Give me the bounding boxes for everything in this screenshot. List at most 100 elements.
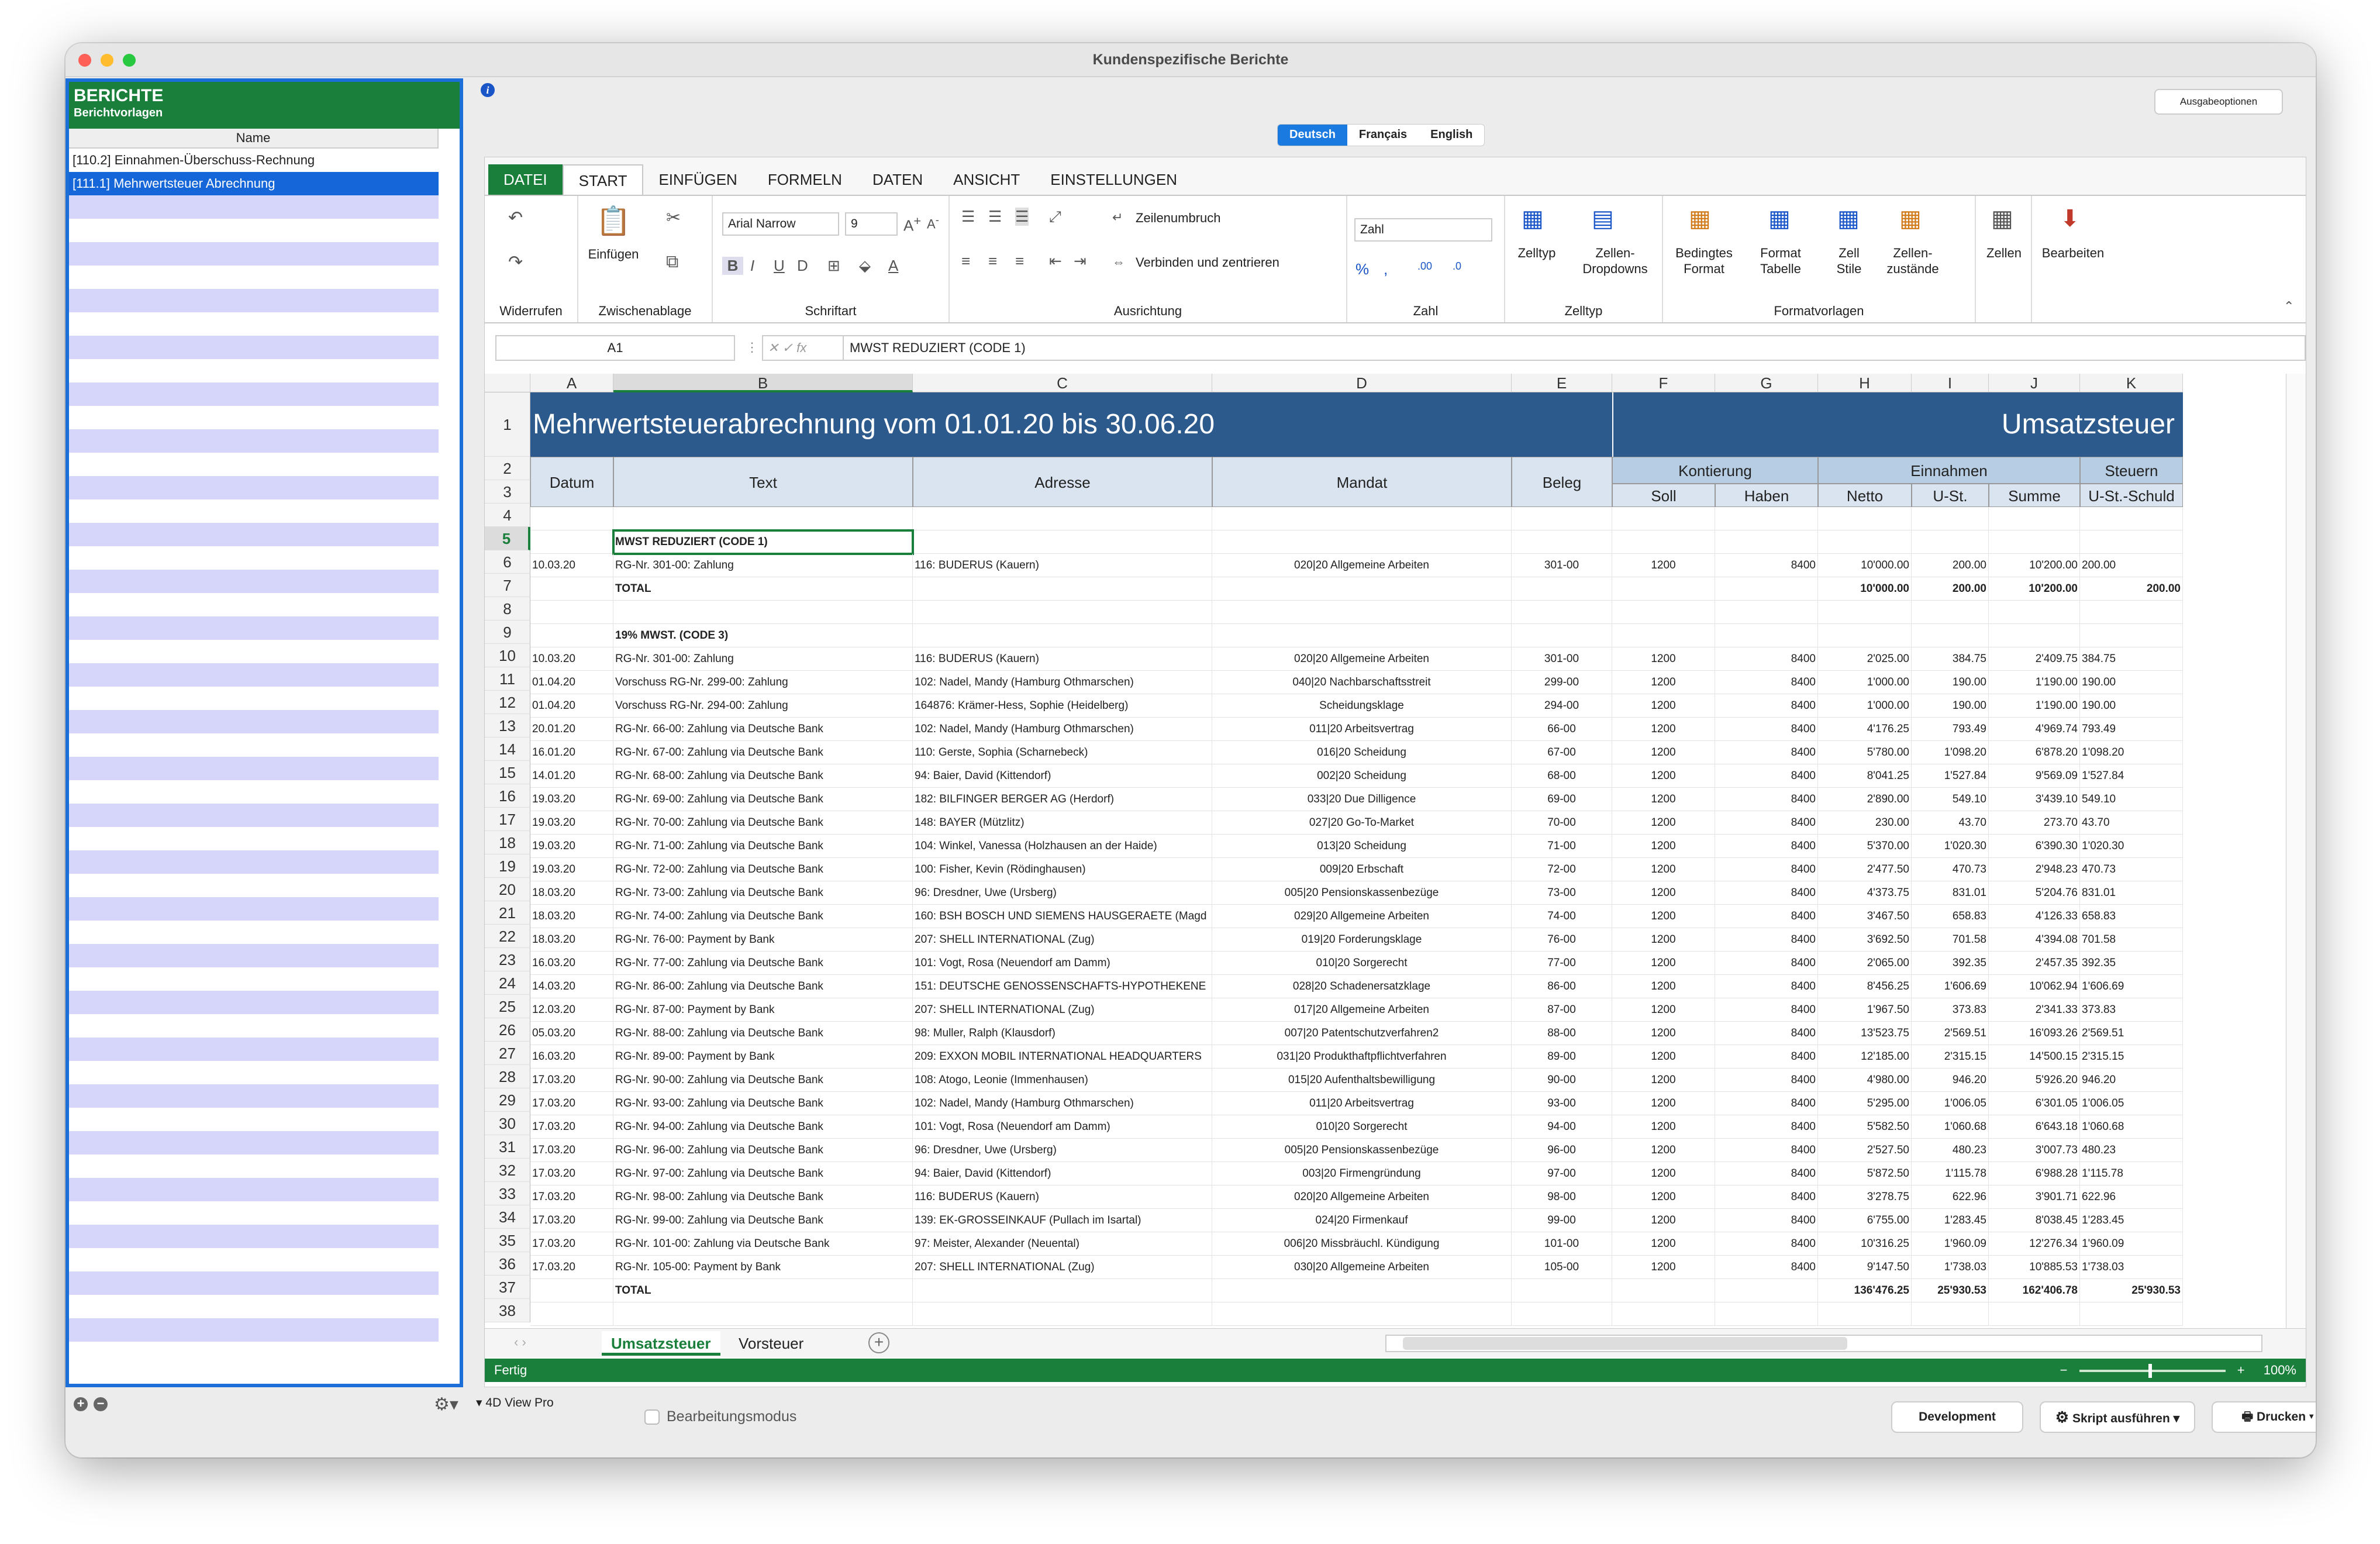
- data-cell[interactable]: RG-Nr. 96-00: Zahlung via Deutsche Bank: [613, 1139, 913, 1162]
- shrink-font-icon[interactable]: A-: [927, 213, 939, 232]
- data-cell[interactable]: 4'969.74: [1989, 718, 2080, 741]
- data-cell[interactable]: 10'062.94: [1989, 975, 2080, 998]
- data-cell[interactable]: 17.03.20: [530, 1092, 613, 1115]
- tab-ansicht[interactable]: ANSICHT: [938, 164, 1035, 195]
- data-cell[interactable]: 3'439.10: [1989, 788, 2080, 811]
- data-cell[interactable]: 299-00: [1512, 671, 1612, 694]
- data-cell[interactable]: 5'370.00: [1818, 835, 1912, 858]
- row-header[interactable]: 23: [485, 948, 530, 971]
- data-cell[interactable]: 207: SHELL INTERNATIONAL (Zug): [913, 928, 1212, 952]
- data-cell[interactable]: 18.03.20: [530, 905, 613, 928]
- cell[interactable]: [613, 507, 913, 530]
- data-cell[interactable]: 2'527.50: [1818, 1139, 1912, 1162]
- data-cell[interactable]: 010|20 Sorgerecht: [1212, 1115, 1512, 1139]
- data-cell[interactable]: 2'569.51: [1912, 1022, 1989, 1045]
- cell[interactable]: [1512, 1302, 1612, 1326]
- data-cell[interactable]: 10'885.53: [1989, 1256, 2080, 1279]
- data-cell[interactable]: RG-Nr. 101-00: Zahlung via Deutsche Bank: [613, 1232, 913, 1256]
- data-cell[interactable]: 1'738.03: [1912, 1256, 1989, 1279]
- data-cell[interactable]: 8400: [1715, 1232, 1818, 1256]
- data-cell[interactable]: 016|20 Scheidung: [1212, 741, 1512, 764]
- data-cell[interactable]: 373.83: [2080, 998, 2183, 1022]
- data-cell[interactable]: 200.00: [1912, 554, 1989, 577]
- data-cell[interactable]: 19.03.20: [530, 788, 613, 811]
- data-cell[interactable]: 5'872.50: [1818, 1162, 1912, 1185]
- data-cell[interactable]: RG-Nr. 88-00: Zahlung via Deutsche Bank: [613, 1022, 913, 1045]
- data-cell[interactable]: 230.00: [1818, 811, 1912, 835]
- data-cell[interactable]: 1'283.45: [1912, 1209, 1989, 1232]
- cell[interactable]: [1715, 577, 1818, 601]
- corner-cell[interactable]: [485, 374, 530, 392]
- data-cell[interactable]: 4'126.33: [1989, 905, 2080, 928]
- cell[interactable]: [913, 1279, 1212, 1302]
- data-cell[interactable]: 8400: [1715, 671, 1818, 694]
- data-cell[interactable]: 17.03.20: [530, 1256, 613, 1279]
- data-cell[interactable]: 793.49: [1912, 718, 1989, 741]
- tab-einfuegen[interactable]: EINFÜGEN: [643, 164, 752, 195]
- cell-styles-icon[interactable]: ▦: [1837, 205, 1860, 232]
- data-cell[interactable]: 2'457.35: [1989, 952, 2080, 975]
- cell[interactable]: [1612, 507, 1715, 530]
- data-cell[interactable]: 102: Nadel, Mandy (Hamburg Othmarschen): [913, 671, 1212, 694]
- cell[interactable]: [1212, 577, 1512, 601]
- data-cell[interactable]: 5'295.00: [1818, 1092, 1912, 1115]
- data-cell[interactable]: 1'098.20: [2080, 741, 2183, 764]
- data-cell[interactable]: 73-00: [1512, 881, 1612, 905]
- total-value[interactable]: 200.00: [1912, 577, 1989, 601]
- data-cell[interactable]: 013|20 Scheidung: [1212, 835, 1512, 858]
- data-cell[interactable]: 946.20: [2080, 1069, 2183, 1092]
- data-cell[interactable]: 8400: [1715, 1092, 1818, 1115]
- row-header[interactable]: 30: [485, 1112, 530, 1135]
- data-cell[interactable]: 190.00: [2080, 694, 2183, 718]
- cell[interactable]: [1989, 507, 2080, 530]
- data-cell[interactable]: 17.03.20: [530, 1162, 613, 1185]
- data-cell[interactable]: 1'006.05: [1912, 1092, 1989, 1115]
- data-cell[interactable]: 2'477.50: [1818, 858, 1912, 881]
- align-left-icon[interactable]: ≡: [961, 252, 970, 270]
- column-header-d[interactable]: D: [1212, 374, 1512, 392]
- cell[interactable]: [1912, 507, 1989, 530]
- data-cell[interactable]: 05.03.20: [530, 1022, 613, 1045]
- data-cell[interactable]: 101: Vogt, Rosa (Neuendorf am Damm): [913, 1115, 1212, 1139]
- row-header[interactable]: 21: [485, 901, 530, 925]
- data-cell[interactable]: 93-00: [1512, 1092, 1612, 1115]
- cell[interactable]: [1612, 1302, 1715, 1326]
- cell-grid[interactable]: A B C D E F G H I J K 1 2 3 4 5 6 7 8 9 10 11 12 13 14 15 16 17 18 19…: [485, 374, 2286, 1333]
- row-header[interactable]: 33: [485, 1182, 530, 1205]
- tab-datei[interactable]: DATEI: [488, 164, 563, 195]
- data-cell[interactable]: 17.03.20: [530, 1232, 613, 1256]
- align-bottom-icon[interactable]: ☰: [1015, 208, 1029, 226]
- data-cell[interactable]: 116: BUDERUS (Kauern): [913, 647, 1212, 671]
- data-cell[interactable]: 1'098.20: [1912, 741, 1989, 764]
- data-cell[interactable]: 1200: [1612, 1185, 1715, 1209]
- column-header-c[interactable]: C: [913, 374, 1212, 392]
- data-cell[interactable]: 8400: [1715, 975, 1818, 998]
- cell[interactable]: [1989, 530, 2080, 554]
- bold-icon[interactable]: B: [722, 257, 743, 275]
- data-cell[interactable]: RG-Nr. 301-00: Zahlung: [613, 554, 913, 577]
- data-cell[interactable]: 1200: [1612, 718, 1715, 741]
- data-cell[interactable]: 10'200.00: [1989, 554, 2080, 577]
- run-script-button[interactable]: ⚙ Skript ausführen ▾: [2040, 1401, 2195, 1433]
- data-cell[interactable]: 1'060.68: [2080, 1115, 2183, 1139]
- cell[interactable]: [1715, 530, 1818, 554]
- data-cell[interactable]: 101-00: [1512, 1232, 1612, 1256]
- double-underline-icon[interactable]: D: [797, 257, 808, 275]
- lang-english[interactable]: English: [1419, 125, 1484, 146]
- cell[interactable]: [1818, 624, 1912, 647]
- cells-button[interactable]: Zellen: [1978, 245, 2030, 261]
- data-cell[interactable]: 8400: [1715, 694, 1818, 718]
- data-cell[interactable]: 20.01.20: [530, 718, 613, 741]
- data-cell[interactable]: 2'409.75: [1989, 647, 2080, 671]
- data-cell[interactable]: 108: Atogo, Leonie (Immenhausen): [913, 1069, 1212, 1092]
- align-right-icon[interactable]: ≡: [1015, 252, 1024, 270]
- italic-icon[interactable]: I: [750, 257, 754, 275]
- cell[interactable]: [1818, 530, 1912, 554]
- data-cell[interactable]: 13'523.75: [1818, 1022, 1912, 1045]
- report-item[interactable]: [110.2] Einnahmen-Überschuss-Rechnung: [69, 149, 439, 172]
- row-header[interactable]: 6: [485, 550, 530, 574]
- selected-cell[interactable]: [612, 529, 914, 555]
- data-cell[interactable]: 831.01: [1912, 881, 1989, 905]
- data-cell[interactable]: 69-00: [1512, 788, 1612, 811]
- row-header[interactable]: 36: [485, 1252, 530, 1276]
